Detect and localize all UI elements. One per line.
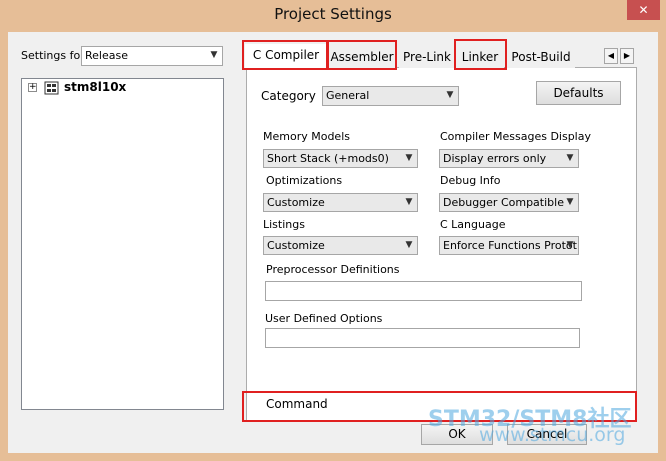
c-language-select[interactable]: Enforce Functions Protot ▼ (439, 236, 579, 255)
window-frame-bottom (0, 453, 666, 461)
optimizations-select[interactable]: Customize ▼ (263, 193, 418, 212)
settings-for-label: Settings for: (21, 49, 89, 62)
window-title: Project Settings (274, 5, 392, 23)
debug-info-label: Debug Info (440, 174, 501, 187)
plus-box-icon[interactable]: + (28, 83, 37, 92)
tab-pre-link[interactable]: Pre-Link (399, 46, 455, 68)
chevron-down-icon: ▼ (405, 240, 413, 250)
optimizations-label: Optimizations (266, 174, 343, 187)
preprocessor-definitions-label: Preprocessor Definitions (266, 263, 400, 276)
compiler-messages-select[interactable]: Display errors only ▼ (439, 149, 579, 168)
chevron-down-icon: ▼ (405, 153, 413, 163)
category-label: Category (261, 89, 316, 103)
c-language-label: C Language (440, 218, 506, 231)
category-value: General (326, 89, 370, 102)
window-frame-right (658, 32, 666, 461)
c-language-value: Enforce Functions Protot (443, 239, 577, 252)
debug-info-value: Debugger Compatible (443, 196, 564, 209)
defaults-button[interactable]: Defaults (536, 81, 621, 105)
category-select[interactable]: General ▼ (322, 86, 459, 106)
close-button[interactable]: ✕ (627, 0, 660, 20)
memory-models-select[interactable]: Short Stack (+mods0) ▼ (263, 149, 418, 168)
user-defined-options-input[interactable] (265, 328, 580, 348)
window-frame-left (0, 32, 8, 461)
listings-label: Listings (263, 218, 305, 231)
listings-value: Customize (267, 239, 325, 252)
chevron-down-icon: ▼ (210, 50, 218, 60)
watermark-line2: www.stmcu.org (479, 424, 626, 446)
optimizations-value: Customize (267, 196, 325, 209)
memory-models-label: Memory Models (263, 130, 350, 143)
settings-for-value: Release (85, 49, 128, 62)
chevron-down-icon: ▼ (566, 153, 574, 163)
compiler-messages-label: Compiler Messages Display (440, 130, 591, 143)
highlight-assembler-tab (327, 40, 397, 70)
highlight-linker-tab (454, 39, 507, 70)
user-defined-options-label: User Defined Options (265, 312, 383, 325)
chevron-down-icon: ▼ (405, 197, 413, 207)
compiler-messages-value: Display errors only (443, 152, 547, 165)
project-icon (44, 81, 59, 95)
tab-scroll-left-button[interactable]: ◀ (604, 48, 618, 64)
chevron-down-icon: ▼ (446, 90, 454, 100)
settings-for-select[interactable]: Release ▼ (81, 46, 223, 66)
tab-scroll-right-button[interactable]: ▶ (620, 48, 634, 64)
memory-models-value: Short Stack (+mods0) (267, 152, 389, 165)
chevron-down-icon: ▼ (566, 197, 574, 207)
tab-post-build[interactable]: Post-Build (507, 46, 575, 68)
debug-info-select[interactable]: Debugger Compatible ▼ (439, 193, 579, 212)
listings-select[interactable]: Customize ▼ (263, 236, 418, 255)
tree-item-stm8l10x[interactable]: stm8l10x (64, 80, 126, 94)
project-tree[interactable] (21, 78, 224, 410)
preprocessor-definitions-input[interactable] (265, 281, 582, 301)
highlight-c-compiler-tab (242, 40, 328, 70)
chevron-down-icon: ▼ (566, 240, 574, 250)
